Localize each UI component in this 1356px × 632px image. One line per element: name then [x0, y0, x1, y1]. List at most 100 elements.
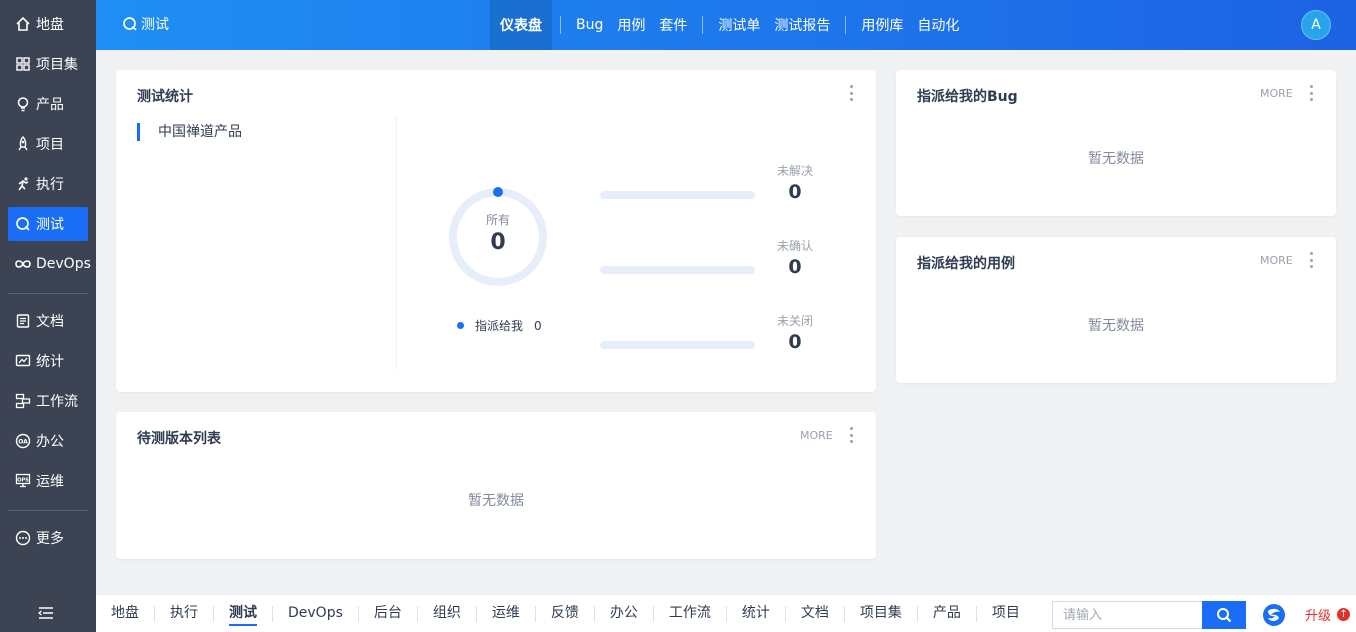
bottom-nav-item[interactable]: DevOps [273, 595, 358, 632]
card-menu-icon[interactable] [846, 426, 856, 444]
bottom-nav-item[interactable]: 反馈 [536, 595, 594, 632]
upgrade-label: 升级 [1305, 609, 1332, 624]
sidebar-item-label: DevOps [36, 256, 91, 272]
nav-automation[interactable]: 自动化 [910, 0, 966, 50]
upgrade-button[interactable]: 升级 ↑ [1305, 605, 1351, 624]
bottom-nav-item-active[interactable]: 测试 [214, 595, 272, 632]
sidebar-item-label: 运维 [36, 474, 64, 490]
card-menu-icon[interactable] [846, 84, 856, 102]
bottom-nav-item[interactable]: 办公 [595, 595, 653, 632]
grid-icon [14, 55, 32, 73]
bottom-nav-item[interactable]: 执行 [155, 595, 213, 632]
topbar: 测试 仪表盘 Bug 用例 套件 测试单 测试报告 用例库 自动化 A [96, 0, 1356, 50]
stat-label: 未确认 [776, 239, 813, 253]
bottom-nav-item[interactable]: 组织 [418, 595, 476, 632]
sidebar-divider [8, 510, 88, 511]
test-icon [123, 17, 137, 31]
sidebar-item-project[interactable]: 项目 [8, 127, 88, 161]
sidebar-item-label: 产品 [36, 97, 64, 113]
stat-value: 0 [788, 181, 802, 203]
bottom-nav-item[interactable]: 项目集 [845, 595, 917, 632]
nav-testtask[interactable]: 测试单 [711, 0, 767, 50]
breadcrumb-label: 测试 [141, 17, 169, 33]
sidebar-item-dashboard[interactable]: 地盘 [8, 7, 88, 41]
bottom-nav-item[interactable]: 产品 [918, 595, 976, 632]
stat-label: 未关闭 [776, 314, 813, 328]
bottom-nav-item[interactable]: 后台 [359, 595, 417, 632]
assigned-cases-card: 指派给我的用例 MORE 暂无数据 [896, 237, 1336, 383]
nav-dashboard[interactable]: 仪表盘 [490, 0, 552, 50]
progress-bar-unconfirmed [600, 266, 755, 274]
home-icon [14, 15, 32, 33]
sidebar-item-label: 统计 [36, 354, 64, 370]
bulb-icon [14, 95, 32, 113]
sidebar-item-doc[interactable]: 文档 [8, 304, 88, 338]
test-stats-card: 测试统计 中国禅道产品 所有 0 指派给我 0 未解决 0 未确认 0 未关闭 … [116, 70, 876, 392]
bottom-nav: 地盘 执行 测试 DevOps 后台 组织 运维 反馈 办公 工作流 统计 文档… [96, 595, 1035, 632]
nav-testreport[interactable]: 测试报告 [767, 0, 837, 50]
sidebar-item-product[interactable]: 产品 [8, 87, 88, 121]
nav-caselib[interactable]: 用例库 [854, 0, 910, 50]
card-title: 待测版本列表 [137, 431, 221, 447]
nav-case[interactable]: 用例 [610, 0, 652, 50]
oa-icon: OA [14, 432, 32, 450]
search-button[interactable] [1202, 601, 1246, 629]
empty-text: 暂无数据 [1088, 151, 1144, 167]
bottom-nav-item[interactable]: 地盘 [96, 595, 154, 632]
sidebar-item-bi[interactable]: 统计 [8, 344, 88, 378]
infinity-icon [14, 255, 32, 273]
more-link[interactable]: MORE [1260, 87, 1293, 100]
sidebar-item-devops[interactable]: DevOps [8, 247, 91, 281]
sidebar-item-program[interactable]: 项目集 [8, 47, 88, 81]
bottom-nav-item[interactable]: 项目 [977, 595, 1035, 632]
nav-divider [702, 16, 704, 34]
empty-text: 暂无数据 [1088, 318, 1144, 334]
card-menu-icon[interactable] [1306, 84, 1316, 102]
run-icon [14, 175, 32, 193]
sidebar: 地盘 项目集 产品 项目 执行 测试 DevOps 文档 统计 工作流 OA 办… [0, 0, 96, 632]
search-input[interactable] [1052, 601, 1202, 629]
product-item[interactable]: 中国禅道产品 [137, 123, 242, 141]
all-value: 0 [490, 230, 506, 255]
svg-text:OA: OA [18, 438, 28, 445]
sidebar-item-label: 测试 [36, 217, 64, 233]
sidebar-item-label: 地盘 [36, 17, 64, 33]
empty-text: 暂无数据 [468, 493, 524, 509]
bottom-nav-item[interactable]: 工作流 [654, 595, 726, 632]
sidebar-item-oa[interactable]: OA 办公 [8, 424, 88, 458]
legend-assigned-to-me: 指派给我 0 [457, 317, 542, 334]
collapse-menu-icon[interactable] [36, 603, 56, 623]
sidebar-item-workflow[interactable]: 工作流 [8, 384, 88, 418]
all-label: 所有 [485, 213, 510, 227]
sidebar-item-test[interactable]: 测试 [8, 207, 88, 241]
sidebar-item-execution[interactable]: 执行 [8, 167, 88, 201]
sidebar-item-ops[interactable]: OPS 运维 [8, 464, 88, 498]
module-nav: 仪表盘 Bug 用例 套件 测试单 测试报告 用例库 自动化 [490, 0, 966, 50]
avatar[interactable]: A [1301, 10, 1331, 40]
stat-label: 未解决 [776, 164, 813, 178]
card-title: 测试统计 [137, 89, 193, 105]
card-menu-icon[interactable] [1306, 251, 1316, 269]
bottom-bar: 地盘 执行 测试 DevOps 后台 组织 运维 反馈 办公 工作流 统计 文档… [96, 595, 1356, 632]
sidebar-item-more[interactable]: 更多 [8, 521, 88, 555]
more-link[interactable]: MORE [800, 429, 833, 442]
more-icon [14, 529, 32, 547]
nav-divider [845, 16, 847, 34]
rocket-icon [14, 135, 32, 153]
nav-bug[interactable]: Bug [569, 0, 610, 50]
sidebar-divider [8, 293, 88, 294]
divider [396, 116, 397, 370]
more-link[interactable]: MORE [1260, 254, 1293, 267]
zentao-logo-icon[interactable] [1262, 603, 1286, 627]
sidebar-item-label: 文档 [36, 314, 64, 330]
bottom-nav-item[interactable]: 文档 [786, 595, 844, 632]
breadcrumb[interactable]: 测试 [122, 14, 169, 34]
nav-suite[interactable]: 套件 [652, 0, 694, 50]
assigned-bugs-card: 指派给我的Bug MORE 暂无数据 [896, 70, 1336, 216]
bottom-nav-item[interactable]: 运维 [477, 595, 535, 632]
sidebar-item-label: 办公 [36, 434, 64, 450]
legend-label: 指派给我 [475, 319, 524, 333]
sidebar-item-label: 项目 [36, 137, 64, 153]
ops-icon: OPS [14, 472, 32, 490]
bottom-nav-item[interactable]: 统计 [727, 595, 785, 632]
